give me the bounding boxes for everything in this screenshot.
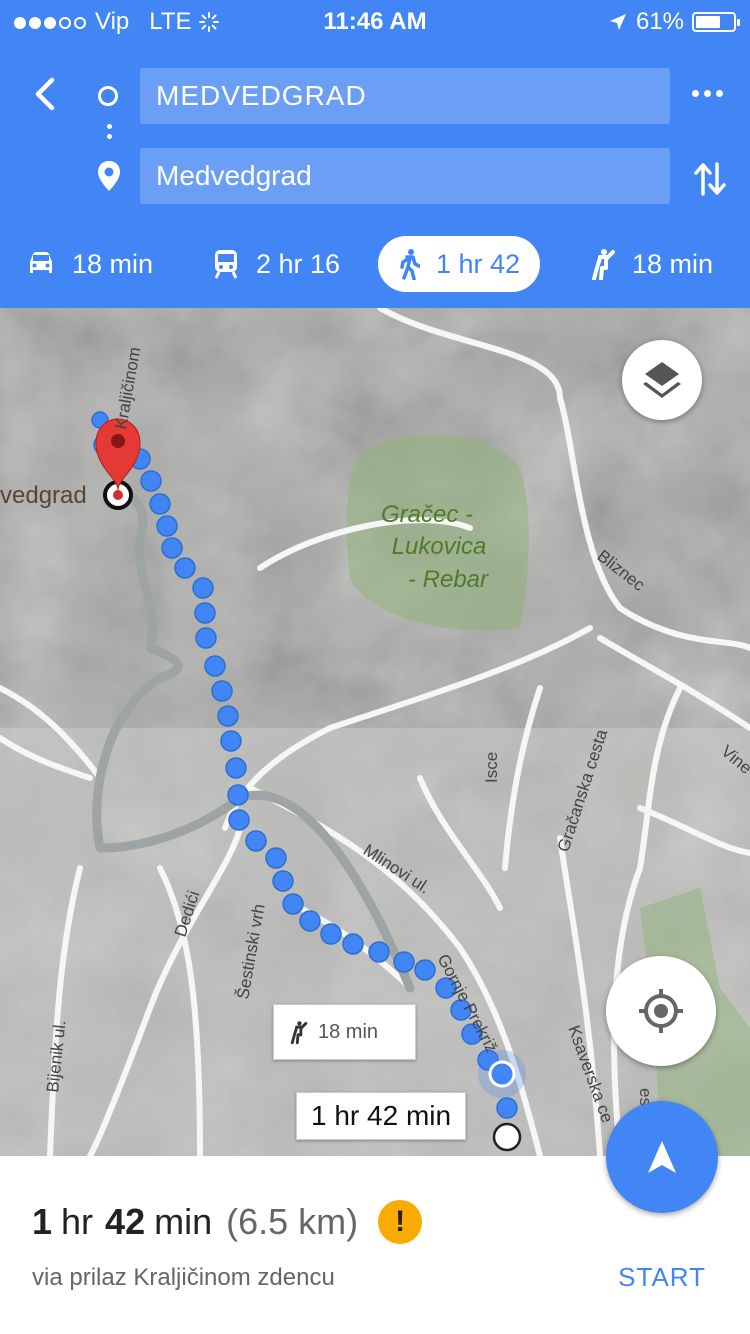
more-options-icon[interactable] [692,90,723,97]
origin-input[interactable]: MEDVEDGRAD [140,68,670,124]
svg-text:Gračec -: Gračec - [381,501,473,528]
warning-icon[interactable]: ! [378,1200,423,1244]
route-distance: (6.5 km) [226,1201,359,1242]
travel-mode-tabs: 18 min 2 hr 16 1 hr 42 18 min [0,236,750,292]
mode-label: 18 min [632,248,714,279]
destination-pin-icon [98,161,120,191]
walk-icon [400,249,420,280]
destination-target-center [113,490,123,500]
start-button[interactable]: START [618,1262,706,1293]
location-arrow-icon [609,14,626,30]
status-bar: Vip LTE 11:46 AM 61% [0,0,750,42]
route-summary: 1 hr 42 min (6.5 km) ! [32,1200,423,1244]
car-icon [30,252,52,273]
navigation-arrow-icon [648,1141,676,1173]
walk-time-callout[interactable]: 1 hr 42 min [296,1092,467,1140]
svg-text:- Rebar: - Rebar [408,566,489,593]
route-via: via prilaz Kraljičinom zdencu [32,1264,335,1291]
svg-text:Lukovica: Lukovica [392,533,487,560]
mode-label: 2 hr 16 [256,248,341,279]
mode-label: 18 min [72,248,154,279]
ride-icon [592,249,615,280]
street-label: Isce [482,752,501,783]
map-view[interactable]: vedgrad Kraljičinom Bliznec Gračanska ce… [0,308,750,1156]
train-icon [214,250,238,279]
callout-label: 1 hr 42 min [311,1100,452,1131]
ride-time-callout[interactable]: 18 min [273,1004,416,1060]
mode-walk-tab[interactable]: 1 hr 42 [378,236,541,292]
mode-transit-tab[interactable]: 2 hr 16 [212,236,340,292]
mode-label: 1 hr 42 [436,248,521,279]
callout-label: 18 min [318,1020,379,1043]
directions-header: MEDVEDGRAD Medvedgrad 18 min 2 hr 16 1 h… [0,42,750,308]
route-dots-icon [107,124,113,144]
origin-marker-icon [492,1122,522,1152]
back-arrow-icon[interactable] [26,74,66,114]
origin-circle-icon [98,86,118,106]
duration-minutes: 42 [105,1201,146,1242]
my-location-button[interactable] [606,956,716,1066]
navigate-button[interactable] [606,1101,718,1213]
duration-hr-label: hr [61,1201,94,1242]
swap-directions-icon[interactable] [693,160,727,198]
ride-icon [290,1021,308,1045]
layers-button[interactable] [622,340,702,420]
duration-min-label: min [154,1201,213,1242]
place-label: vedgrad [0,482,87,509]
current-location-dot [488,1060,516,1088]
mode-ride-tab[interactable]: 18 min [588,236,713,292]
battery-percent: 61% [635,8,684,35]
duration-hours: 1 [32,1201,53,1242]
mode-drive-tab[interactable]: 18 min [26,236,153,292]
crosshair-icon [639,989,683,1033]
battery-icon [692,12,740,32]
layers-icon [643,362,681,398]
destination-input[interactable]: Medvedgrad [140,148,670,204]
